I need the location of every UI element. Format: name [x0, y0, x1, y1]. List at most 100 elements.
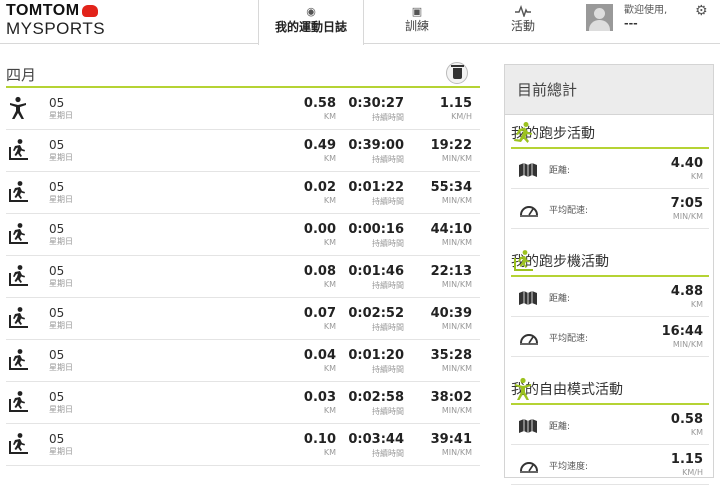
stat-unit: MIN/KM [672, 212, 703, 221]
avatar[interactable] [586, 4, 613, 31]
activity-weekday: 星期日 [49, 447, 73, 456]
section-header: 我的自由模式活動 [511, 371, 709, 405]
distance-unit: KM [323, 322, 336, 331]
duration-unit: 持續時間 [372, 155, 404, 164]
stat-value: 4.88 [670, 284, 703, 299]
stat-unit: KM [690, 300, 703, 309]
tomtom-hands-icon [81, 5, 98, 17]
duration-unit: 持續時間 [372, 407, 404, 416]
activity-weekday: 星期日 [49, 111, 73, 120]
activity-rate: 40:39 [430, 306, 472, 321]
activity-row[interactable]: 05 星期日 0.07 KM 0:02:52 持續時間 40:39 MIN/KM [6, 298, 480, 340]
rate-unit: MIN/KM [441, 154, 472, 163]
totals-section: 我的自由模式活動 距離: 0.58 KM 平均速度: 1.15 KM/H [505, 371, 713, 485]
freestyle-icon [6, 96, 30, 120]
rate-unit: MIN/KM [441, 196, 472, 205]
pulse-icon [515, 4, 531, 20]
greeting-text: 歡迎使用, [624, 5, 668, 16]
stat-label: 距離: [549, 422, 571, 432]
rate-unit: MIN/KM [441, 406, 472, 415]
clock-icon: ◉ [306, 5, 316, 18]
speedometer-icon [519, 458, 538, 473]
activity-row[interactable]: 05 星期日 0.49 KM 0:39:00 持續時間 19:22 MIN/KM [6, 130, 480, 172]
activity-duration: 0:02:52 [348, 306, 404, 321]
activity-row[interactable]: 05 星期日 0.10 KM 0:03:44 持續時間 39:41 MIN/KM [6, 424, 480, 466]
activity-day: 05 [49, 138, 65, 152]
distance-unit: KM [323, 280, 336, 289]
activity-duration: 0:01:46 [348, 264, 404, 279]
rate-unit: MIN/KM [441, 322, 472, 331]
activity-day: 05 [49, 306, 65, 320]
activity-duration: 0:01:20 [348, 348, 404, 363]
activity-distance: 0.04 [303, 348, 336, 363]
tab-activity-log[interactable]: ◉ 我的運動日誌 [258, 0, 364, 45]
activity-row[interactable]: 05 星期日 0.04 KM 0:01:20 持續時間 35:28 MIN/KM [6, 340, 480, 382]
stat-unit: KM [690, 428, 703, 437]
stat-unit: MIN/KM [672, 340, 703, 349]
activity-distance: 0.02 [303, 180, 336, 195]
activity-row[interactable]: 05 星期日 0.03 KM 0:02:58 持續時間 38:02 MIN/KM [6, 382, 480, 424]
activity-weekday: 星期日 [49, 405, 73, 414]
treadmill-icon [6, 348, 30, 372]
delete-button[interactable] [446, 62, 468, 84]
activity-day: 05 [49, 180, 65, 194]
rate-unit: KM/H [451, 112, 472, 121]
duration-unit: 持續時間 [372, 323, 404, 332]
activity-day: 05 [49, 348, 65, 362]
activity-weekday: 星期日 [49, 153, 73, 162]
treadmill-icon [6, 138, 30, 162]
activity-row[interactable]: 05 星期日 0.00 KM 0:00:16 持續時間 44:10 MIN/KM [6, 214, 480, 256]
activity-weekday: 星期日 [49, 363, 73, 372]
treadmill-icon [6, 390, 30, 414]
stat-value: 16:44 [661, 324, 703, 339]
totals-section: 我的跑步活動 距離: 4.40 KM 平均配速: 7:05 MIN/KM [505, 115, 713, 229]
activity-rate: 38:02 [430, 390, 472, 405]
stat-label: 平均配速: [549, 206, 589, 216]
gear-icon[interactable]: ⚙ [695, 3, 708, 19]
rate-unit: MIN/KM [441, 448, 472, 457]
stat-value: 1.15 [670, 452, 703, 467]
stat-row: 平均配速: 16:44 MIN/KM [511, 317, 709, 357]
activity-weekday: 星期日 [49, 321, 73, 330]
activity-row[interactable]: 05 星期日 0.02 KM 0:01:22 持續時間 55:34 MIN/KM [6, 172, 480, 214]
stat-row: 距離: 4.40 KM [511, 149, 709, 189]
activity-day: 05 [49, 96, 65, 110]
running-icon [511, 121, 533, 143]
stat-row: 平均配速: 7:05 MIN/KM [511, 189, 709, 229]
stat-row: 平均速度: 1.15 KM/H [511, 445, 709, 485]
activity-distance: 0.03 [303, 390, 336, 405]
activity-weekday: 星期日 [49, 195, 73, 204]
tab-activities[interactable]: 活動 [470, 0, 576, 44]
activity-day: 05 [49, 222, 65, 236]
treadmill-icon [6, 222, 30, 246]
stat-row: 距離: 4.88 KM [511, 277, 709, 317]
activity-row[interactable]: 05 星期日 0.58 KM 0:30:27 持續時間 1.15 KM/H [6, 88, 480, 130]
activity-day: 05 [49, 264, 65, 278]
tab-training[interactable]: ▣ 訓練 [364, 0, 470, 44]
activity-distance: 0.58 [303, 96, 336, 111]
stat-label: 距離: [549, 166, 571, 176]
activity-duration: 0:01:22 [348, 180, 404, 195]
distance-unit: KM [323, 196, 336, 205]
user-menu[interactable]: 歡迎使用, --- [586, 4, 667, 31]
activity-duration: 0:30:27 [348, 96, 404, 111]
map-icon [519, 290, 537, 305]
activity-log: 四月 05 星期日 0.58 KM 0:30:27 持續時間 1.15 KM/H 05 星期日 0.… [6, 58, 480, 466]
tab-label: 訓練 [404, 19, 429, 33]
activity-distance: 0.07 [303, 306, 336, 321]
speedometer-icon [519, 202, 538, 217]
duration-unit: 持續時間 [372, 239, 404, 248]
main-nav: ◉ 我的運動日誌 ▣ 訓練 活動 [258, 0, 576, 45]
duration-unit: 持續時間 [372, 197, 404, 206]
duration-unit: 持續時間 [372, 113, 404, 122]
activity-row[interactable]: 05 星期日 0.08 KM 0:01:46 持續時間 22:13 MIN/KM [6, 256, 480, 298]
speedometer-icon [519, 330, 538, 345]
distance-unit: KM [323, 406, 336, 415]
freestyle-icon [511, 377, 533, 400]
activity-day: 05 [49, 432, 65, 446]
section-header: 我的跑步機活動 [511, 243, 709, 277]
tomtom-mysports-logo[interactable]: TOMTOM MYSPORTS [6, 2, 105, 39]
map-icon [519, 162, 537, 177]
totals-title: 目前總計 [505, 65, 713, 115]
trash-icon [450, 64, 464, 79]
